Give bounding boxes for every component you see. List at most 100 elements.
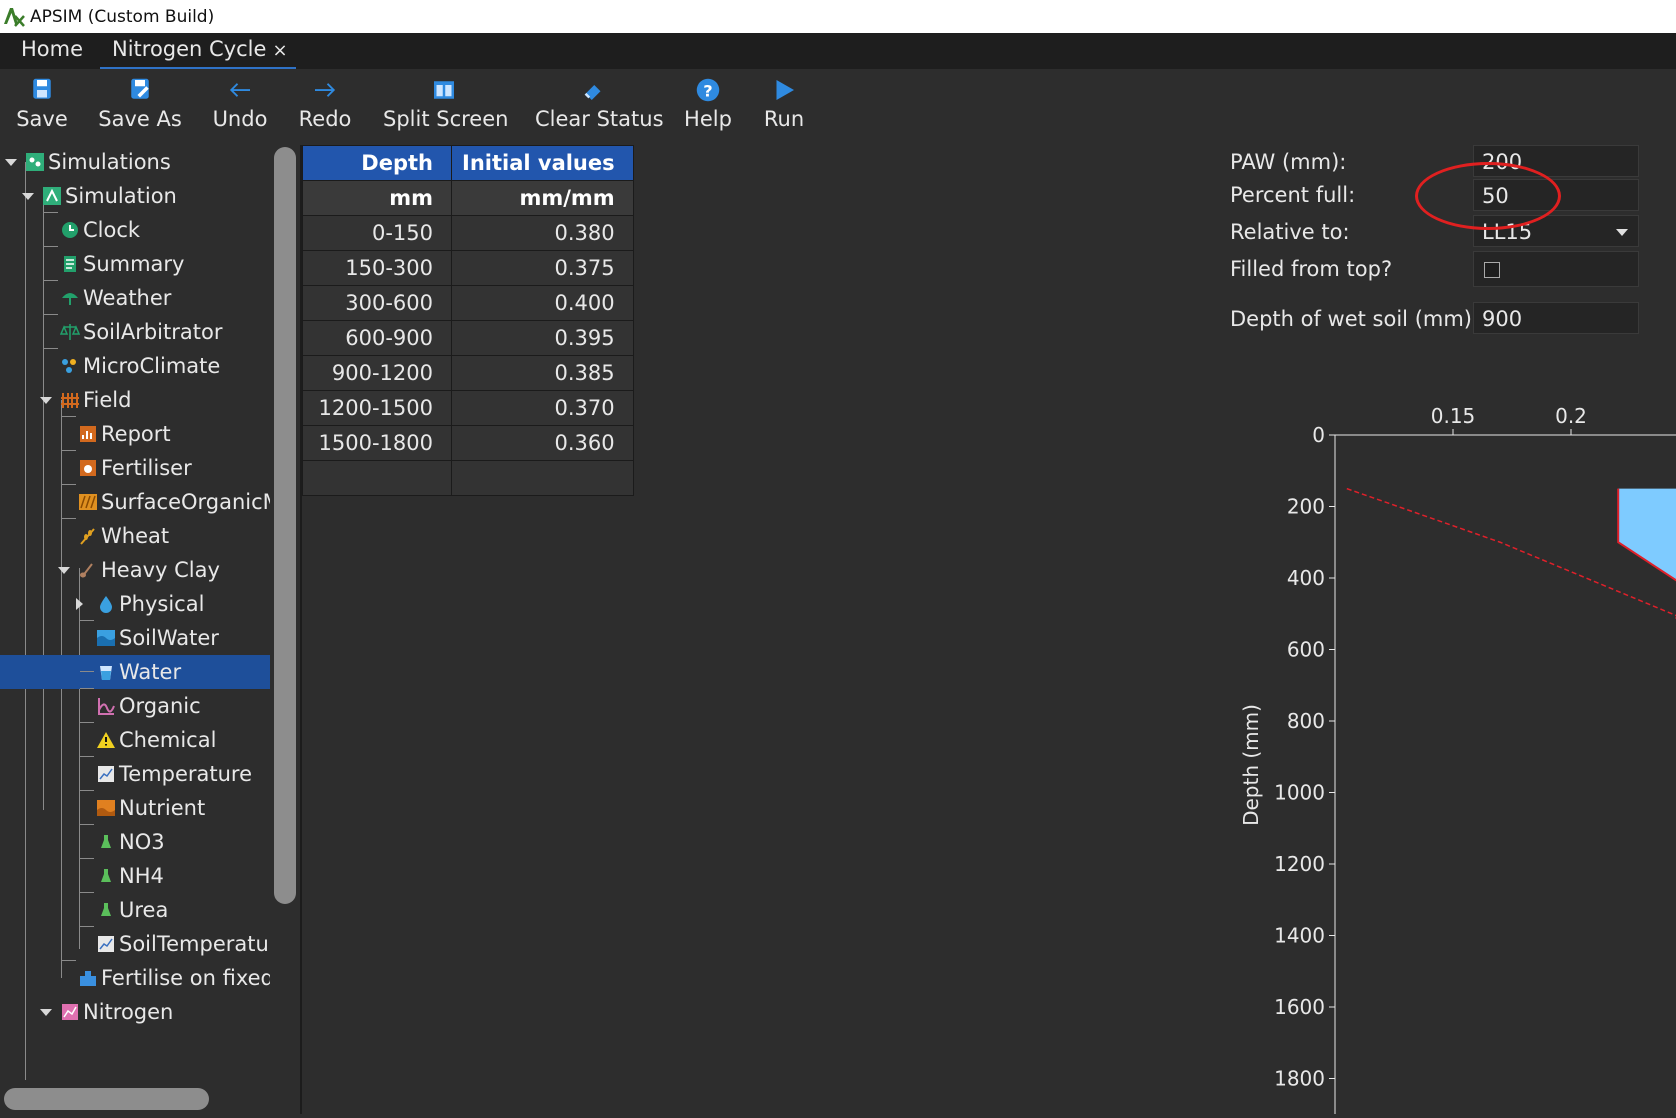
y-tick-label: 1800 <box>1274 1067 1325 1091</box>
column-header-depth[interactable]: Depth <box>302 145 452 181</box>
cell-depth[interactable]: 600-900 <box>302 320 452 356</box>
table-row <box>302 460 634 496</box>
soil-water-area <box>1618 488 1676 619</box>
tree-item-fertiliser[interactable]: Fertiliser <box>0 451 270 485</box>
cell-depth[interactable]: 1200-1500 <box>302 390 452 426</box>
help-button[interactable]: ? Help <box>683 75 733 141</box>
clear-status-icon <box>584 85 601 100</box>
save-button[interactable]: Save <box>16 75 68 141</box>
tree-item-soilarbitrator[interactable]: SoilArbitrator <box>0 315 270 349</box>
cell-initial-value[interactable]: 0.360 <box>451 425 634 461</box>
y-tick-label: 600 <box>1287 638 1325 662</box>
tree-item-label: Fertiliser <box>101 456 192 480</box>
tree-vertical-scrollbar[interactable] <box>274 147 296 904</box>
undo-button[interactable]: Undo <box>205 75 275 141</box>
column-header-initial-values[interactable]: Initial values <box>451 145 634 181</box>
tree-item-label: Nitrogen <box>83 1000 174 1024</box>
tree-item-chemical[interactable]: Chemical <box>0 723 270 757</box>
cell-initial-value[interactable] <box>451 460 634 496</box>
tree-item-nutrient[interactable]: Nutrient <box>0 791 270 825</box>
tree-item-report[interactable]: Report <box>0 417 270 451</box>
cell-initial-value[interactable]: 0.380 <box>451 215 634 251</box>
cell-depth[interactable]: 900-1200 <box>302 355 452 391</box>
tree-item-organic[interactable]: Organic <box>0 689 270 723</box>
tree-item-label: NH4 <box>119 864 164 888</box>
cell-initial-value[interactable]: 0.385 <box>451 355 634 391</box>
cell-depth[interactable] <box>302 460 452 496</box>
tree-item-wheat[interactable]: Wheat <box>0 519 270 553</box>
tree-item-urea[interactable]: Urea <box>0 893 270 927</box>
tab-home[interactable]: Home <box>21 37 83 65</box>
tree-item-temperature[interactable]: Temperature <box>0 757 270 791</box>
clear-status-button[interactable]: Clear Status <box>535 75 664 141</box>
tree-item-simulation[interactable]: Simulation <box>0 179 270 213</box>
tree-item-soilwater[interactable]: SoilWater <box>0 621 270 655</box>
chevron-down-icon <box>1616 229 1628 236</box>
y-tick-label: 400 <box>1287 566 1325 590</box>
chevron-down-icon[interactable] <box>40 1009 52 1016</box>
run-icon <box>776 80 794 100</box>
apsim-logo-icon <box>4 8 25 27</box>
tree-item-nh4[interactable]: NH4 <box>0 859 270 893</box>
tree-item-physical[interactable]: Physical <box>0 587 270 621</box>
cell-initial-value[interactable]: 0.370 <box>451 390 634 426</box>
chevron-down-icon[interactable] <box>22 193 34 200</box>
cell-depth[interactable]: 150-300 <box>302 250 452 286</box>
run-button[interactable]: Run <box>762 75 806 141</box>
tree-item-label: SoilWater <box>119 626 219 650</box>
save-as-button[interactable]: Save As <box>95 75 185 141</box>
tree-item-surfaceorganicmatter[interactable]: SurfaceOrganicM <box>0 485 270 519</box>
tree-item-no3[interactable]: NO3 <box>0 825 270 859</box>
tree-item-label: Wheat <box>101 524 170 548</box>
tree-item-clock[interactable]: Clock <box>0 213 270 247</box>
chevron-down-icon[interactable] <box>40 397 52 404</box>
svg-text:?: ? <box>703 81 712 100</box>
depth-of-wet-soil-field[interactable]: 900 <box>1473 302 1639 334</box>
paw-label: PAW (mm): <box>1230 150 1347 174</box>
chevron-down-icon[interactable] <box>5 159 17 166</box>
cell-initial-value[interactable]: 0.375 <box>451 250 634 286</box>
y-tick-label: 1000 <box>1274 781 1325 805</box>
y-axis-label: Depth (mm) <box>1239 704 1263 826</box>
cell-depth[interactable]: 0-150 <box>302 215 452 251</box>
tree-item-summary[interactable]: Summary <box>0 247 270 281</box>
filled-from-top-checkbox[interactable] <box>1484 262 1500 278</box>
undo-icon <box>229 83 250 97</box>
tree-item-label: MicroClimate <box>83 354 221 378</box>
close-icon[interactable]: × <box>272 40 287 61</box>
filled-from-top-label: Filled from top? <box>1230 257 1393 281</box>
cell-depth[interactable]: 300-600 <box>302 285 452 321</box>
tree-item-soiltemperature[interactable]: SoilTemperature <box>0 927 270 961</box>
tree-item-field[interactable]: Field <box>0 383 270 417</box>
chevron-right-icon[interactable] <box>76 598 83 610</box>
table-row: 300-600 0.400 <box>302 285 634 321</box>
y-tick-label: 800 <box>1287 709 1325 733</box>
redo-button[interactable]: Redo <box>295 75 355 141</box>
tab-nitrogen-cycle[interactable]: Nitrogen Cycle × <box>100 37 296 70</box>
tree-item-simulations[interactable]: Simulations <box>0 145 270 179</box>
help-label: Help <box>684 107 732 131</box>
tree-item-heavy-clay[interactable]: Heavy Clay <box>0 553 270 587</box>
cell-initial-value[interactable]: 0.400 <box>451 285 634 321</box>
water-chart: 0.150.20.0200400600800100012001400160018… <box>1230 385 1676 1114</box>
y-tick-label: 1200 <box>1274 852 1325 876</box>
tree-item-microclimate[interactable]: MicroClimate <box>0 349 270 383</box>
chevron-down-icon[interactable] <box>58 567 70 574</box>
cell-depth[interactable]: 1500-1800 <box>302 425 452 461</box>
tree-item-water[interactable]: Water <box>0 655 270 689</box>
tree-item-nitrogen[interactable]: Nitrogen <box>0 995 270 1029</box>
tree-item-weather[interactable]: Weather <box>0 281 270 315</box>
tree-item-label: Physical <box>119 592 205 616</box>
microclimate-icon <box>62 359 76 373</box>
tree-item-fertilise-on-fixed-dates[interactable]: Fertilise on fixed d <box>0 961 270 995</box>
tree-horizontal-scrollbar[interactable] <box>4 1088 209 1110</box>
x-tick-label: 0.2 <box>1555 404 1587 428</box>
tree-item-label: Simulation <box>65 184 177 208</box>
tree-item-label: Chemical <box>119 728 217 752</box>
red-circle-annotation <box>1415 162 1561 230</box>
tree-item-label: SoilArbitrator <box>83 320 223 344</box>
undo-label: Undo <box>212 107 268 131</box>
cell-initial-value[interactable]: 0.395 <box>451 320 634 356</box>
split-screen-button[interactable]: Split Screen <box>383 75 508 141</box>
y-tick-label: 0 <box>1312 423 1325 447</box>
